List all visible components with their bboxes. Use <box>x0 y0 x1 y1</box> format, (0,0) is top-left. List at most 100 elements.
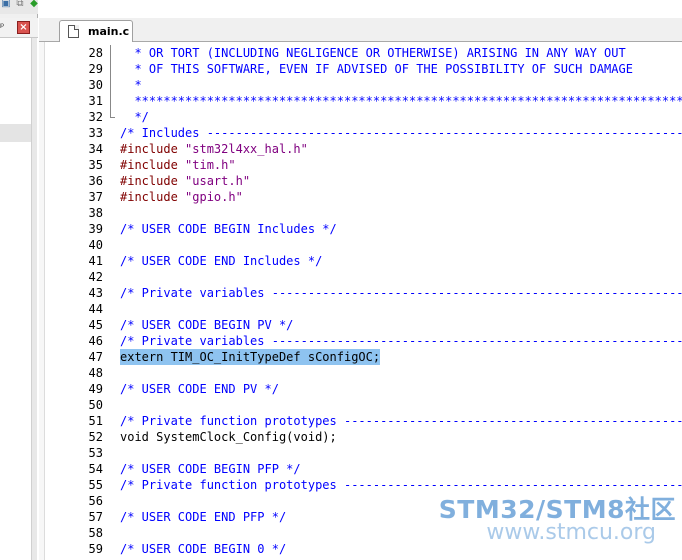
panel-header: ᵖ × <box>0 18 38 38</box>
fold-marker <box>107 77 115 93</box>
include-path-string: "gpio.h" <box>185 190 243 204</box>
line-number: 51 <box>88 414 103 428</box>
line-number: 58 <box>88 526 103 540</box>
line-number: 45 <box>88 318 103 332</box>
code-text: #include "usart.h" <box>120 173 250 189</box>
code-line[interactable]: 32 */ <box>39 109 682 125</box>
code-line[interactable]: 40 <box>39 237 682 253</box>
code-line[interactable]: 34 #include "stm32l4xx_hal.h" <box>39 141 682 157</box>
code-line[interactable]: 44 <box>39 301 682 317</box>
code-line[interactable]: 43 /* Private variables -----------------… <box>39 285 682 301</box>
fold-marker <box>107 45 115 61</box>
code-line[interactable]: 46 /* Private variables -----------------… <box>39 333 682 349</box>
line-number: 53 <box>88 446 103 460</box>
include-path-string: "stm32l4xx_hal.h" <box>185 142 308 156</box>
line-number: 47 <box>88 350 103 364</box>
code-editor[interactable]: 28 * OR TORT (INCLUDING NEGLIGENCE OR OT… <box>39 42 682 560</box>
line-number: 31 <box>88 94 103 108</box>
code-text: /* Private variables -------------------… <box>120 286 682 300</box>
fold-marker <box>107 61 115 77</box>
code-text: /* USER CODE END PV */ <box>120 382 279 396</box>
code-line[interactable]: 47 extern TIM_OC_InitTypeDef sConfigOC; <box>39 349 682 365</box>
fold-marker <box>107 109 115 125</box>
code-line[interactable]: 33 /* Includes --------------------------… <box>39 125 682 141</box>
code-line[interactable]: 54 /* USER CODE BEGIN PFP */ <box>39 461 682 477</box>
code-line[interactable]: 42 <box>39 269 682 285</box>
tab-main-c[interactable]: main.c <box>59 20 133 43</box>
code-text: /* USER CODE BEGIN PV */ <box>120 318 294 332</box>
line-number: 43 <box>88 286 103 300</box>
code-line[interactable]: 29 * OF THIS SOFTWARE, EVEN IF ADVISED O… <box>39 61 682 77</box>
preprocessor-directive: #include <box>120 158 186 172</box>
watermark-url: www.stmcu.org <box>486 520 656 545</box>
file-icon <box>68 25 79 38</box>
line-number: 39 <box>88 222 103 236</box>
code-text: #include "stm32l4xx_hal.h" <box>120 141 308 157</box>
code-line[interactable]: 51 /* Private function prototypes -------… <box>39 413 682 429</box>
tab-label: main.c <box>88 25 130 38</box>
line-number: 46 <box>88 334 103 348</box>
code-line[interactable]: 36 #include "usart.h" <box>39 173 682 189</box>
panel-scrollbar[interactable] <box>31 38 37 560</box>
window-icon[interactable]: ▣ <box>0 0 12 10</box>
include-path-string: "usart.h" <box>185 174 251 188</box>
code-line[interactable]: 53 <box>39 445 682 461</box>
line-number: 55 <box>88 478 103 492</box>
code-line[interactable]: 35 #include "tim.h" <box>39 157 682 173</box>
code-text: */ <box>120 110 149 124</box>
code-line[interactable]: 38 <box>39 205 682 221</box>
selected-code-text: extern TIM_OC_InitTypeDef sConfigOC; <box>120 349 381 365</box>
line-number: 41 <box>88 254 103 268</box>
code-line[interactable]: 37 #include "gpio.h" <box>39 189 682 205</box>
code-text: /* USER CODE BEGIN PFP */ <box>120 462 301 476</box>
code-line[interactable]: 41 /* USER CODE END Includes */ <box>39 253 682 269</box>
left-panel: ▣ ⧉ ◆ ᵖ × <box>0 0 38 560</box>
close-panel-icon[interactable]: × <box>17 21 30 34</box>
line-number: 50 <box>88 398 103 412</box>
code-text: * <box>120 78 142 92</box>
line-number: 28 <box>88 46 103 60</box>
include-path-string: "tim.h" <box>185 158 236 172</box>
line-number: 48 <box>88 366 103 380</box>
code-text: #include "gpio.h" <box>120 189 243 205</box>
line-number: 54 <box>88 462 103 476</box>
line-number: 38 <box>88 206 103 220</box>
line-number: 57 <box>88 510 103 524</box>
pin-icon[interactable]: ᵖ <box>0 21 12 35</box>
line-number: 59 <box>88 542 103 556</box>
line-number: 42 <box>88 270 103 284</box>
preprocessor-directive: #include <box>120 142 186 156</box>
line-number: 44 <box>88 302 103 316</box>
line-number: 33 <box>88 126 103 140</box>
code-text: #include "tim.h" <box>120 157 236 173</box>
code-text: * OF THIS SOFTWARE, EVEN IF ADVISED OF T… <box>120 62 633 76</box>
code-line[interactable]: 31 *************************************… <box>39 93 682 109</box>
code-line[interactable]: 49 /* USER CODE END PV */ <box>39 381 682 397</box>
copy-icon[interactable]: ⧉ <box>14 0 26 10</box>
code-text: ****************************************… <box>120 94 682 108</box>
code-line[interactable]: 50 <box>39 397 682 413</box>
line-number: 29 <box>88 62 103 76</box>
code-line[interactable]: 52 void SystemClock_Config(void); <box>39 429 682 445</box>
code-text: /* Includes ----------------------------… <box>120 126 682 140</box>
selected-tree-row[interactable] <box>0 124 32 142</box>
code-text: /* USER CODE BEGIN 0 */ <box>120 542 287 556</box>
preprocessor-directive: #include <box>120 190 186 204</box>
code-text: /* USER CODE END PFP */ <box>120 510 287 524</box>
code-text: /* USER CODE BEGIN Includes */ <box>120 222 337 236</box>
line-number: 30 <box>88 78 103 92</box>
tab-bar: main.c <box>39 18 682 43</box>
code-text: void SystemClock_Config(void); <box>120 430 337 444</box>
green-diamond-icon[interactable]: ◆ <box>28 0 38 10</box>
code-line[interactable]: 39 /* USER CODE BEGIN Includes */ <box>39 221 682 237</box>
preprocessor-directive: #include <box>120 174 186 188</box>
code-line[interactable]: 45 /* USER CODE BEGIN PV */ <box>39 317 682 333</box>
line-number: 37 <box>88 190 103 204</box>
code-line[interactable]: 48 <box>39 365 682 381</box>
code-line[interactable]: 30 * <box>39 77 682 93</box>
line-number: 56 <box>88 494 103 508</box>
line-number: 52 <box>88 430 103 444</box>
code-text: * OR TORT (INCLUDING NEGLIGENCE OR OTHER… <box>120 46 626 60</box>
code-lines: 28 * OR TORT (INCLUDING NEGLIGENCE OR OT… <box>39 45 682 557</box>
code-line[interactable]: 28 * OR TORT (INCLUDING NEGLIGENCE OR OT… <box>39 45 682 61</box>
